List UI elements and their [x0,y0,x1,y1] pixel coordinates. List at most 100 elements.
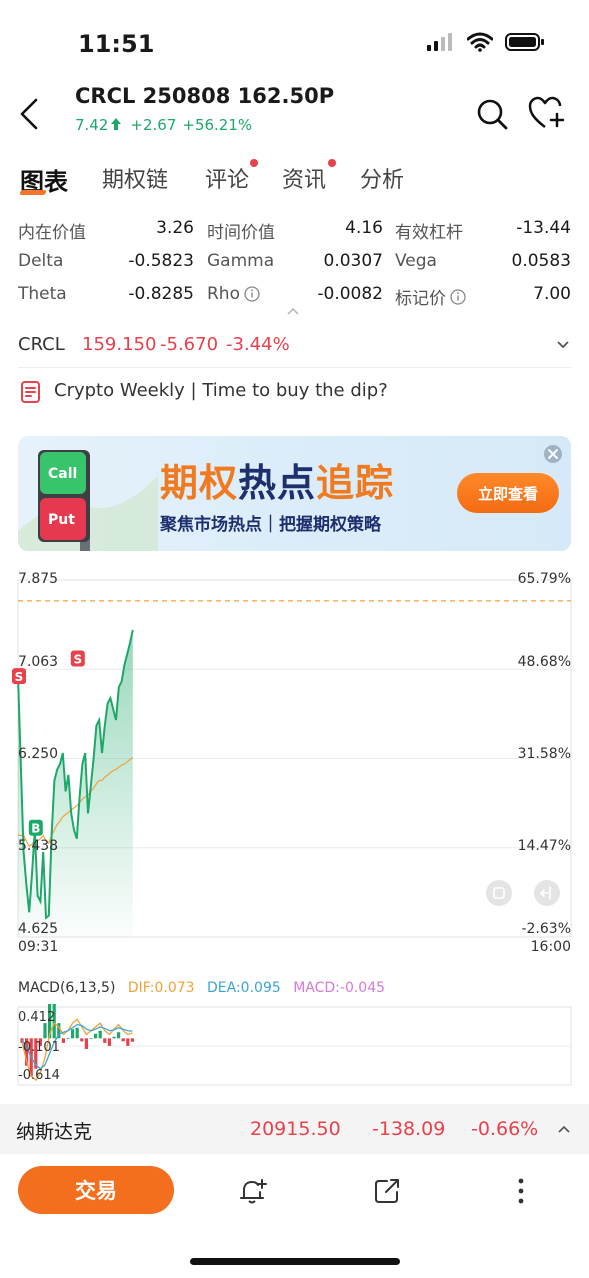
metric-value: -0.0082 [317,284,383,304]
news-headline: Crypto Weekly | Time to buy the dip? [54,380,388,401]
metric-label: 标记价 [395,289,446,309]
trade-marker-label: S [15,670,24,684]
underlying-quote[interactable]: CRCL 159.150 -5.670 -3.44% [18,322,572,368]
banner-title: 期权热点追踪 [160,461,395,505]
macd-histogram-bar [94,1033,98,1039]
alert-bell-icon[interactable] [238,1176,268,1206]
option-metrics: 内在价值 3.26 时间价值 4.16 有效杠杆 -13.44 Delta -0… [18,214,572,313]
macd-value: MACD:-0.045 [293,980,386,996]
metric-label: Theta [18,284,67,304]
macd-histogram-bar [98,1030,102,1039]
fullscreen-icon[interactable] [486,880,512,906]
metric-value: 0.0307 [323,251,383,271]
macd-title: MACD(6,13,5) [18,980,116,996]
wifi-icon [467,32,493,52]
macd-tick: -0.101 [18,1040,60,1055]
tab-analysis[interactable]: 分析 [360,162,404,194]
info-icon[interactable] [450,288,466,305]
arrow-up-icon [111,118,122,130]
call-put-traffic-light-illustration [18,450,158,551]
macd-histogram-bar [61,1038,65,1043]
y-tick-right: -2.63% [521,921,571,937]
banner-subtitle: 聚焦市场热点｜把握期权策略 [160,515,381,535]
price-chart[interactable]: S B S 7.875 7.063 6.250 5.438 4.625 65.79%… [0,568,589,958]
y-tick-left: 7.875 [18,571,59,587]
status-icons [427,32,545,52]
trade-button[interactable]: 交易 [18,1166,174,1214]
tab-active-indicator [19,190,47,195]
index-ticker-bar[interactable]: 纳斯达克 20915.50 -138.09 -0.66% [0,1104,589,1154]
metric-label: Gamma [207,251,275,271]
macd-histogram-bar [121,1038,125,1042]
view-now-button[interactable]: 立即查看 [457,473,559,513]
share-icon[interactable] [372,1176,402,1206]
macd-dif: DIF:0.073 [127,980,195,996]
metric-value: 3.26 [156,218,194,238]
metric-value: -0.8285 [128,284,194,304]
macd-histogram-bar [80,1038,84,1042]
macd-histogram-bar [107,1038,111,1046]
y-tick-left: 5.438 [18,838,59,854]
news-item[interactable]: Crypto Weekly | Time to buy the dip? [18,374,572,410]
search-icon[interactable] [476,98,508,130]
metric-label: Vega [395,251,437,271]
battery-icon [505,33,544,51]
status-time: 11:51 [78,30,155,58]
comments-notification-dot [250,159,258,167]
underlying-change-pct: -3.44% [226,334,290,355]
index-name: 纳斯达克 [16,1121,93,1143]
metric-label-with-info: Rho [207,284,260,304]
tab-news[interactable]: 资讯 [282,162,326,194]
bottom-action-bar: 交易 [0,1154,589,1278]
back-icon[interactable] [16,96,44,132]
add-favorite-icon[interactable] [528,96,566,130]
macd-tick: -0.614 [18,1068,60,1083]
price-change-pct: +56.21% [182,116,253,134]
underlying-change: -5.670 [160,334,219,355]
underlying-price: 159.150 [82,334,157,355]
header: CRCL 250808 162.50P 7.42 +2.67 +56.21% [0,80,589,146]
macd-histogram-bar [66,1038,70,1040]
trade-marker-label: S [73,653,82,667]
metric-label: Delta [18,251,64,271]
macd-chart[interactable]: 0.412 -0.101 -0.614 [0,1000,589,1088]
macd-histogram-bar [75,1027,79,1039]
tab-option-chain[interactable]: 期权链 [102,162,168,194]
metric-value: 4.16 [345,218,383,238]
chevron-up-icon[interactable] [558,1125,570,1133]
collapse-metrics-icon[interactable] [286,306,300,316]
price-change: +2.67 [130,116,177,134]
promo-banner[interactable]: Call Put 期权热点追踪 聚焦市场热点｜把握期权策略 立即查看 [18,436,571,551]
trade-marker-label: B [31,822,40,836]
metric-label: 时间价值 [207,223,275,243]
macd-tick: 0.412 [18,1010,56,1025]
tab-comments[interactable]: 评论 [205,162,249,194]
metric-value: -0.5823 [128,251,194,271]
price-summary: 7.42 +2.67 +56.21% [75,116,258,134]
info-icon[interactable] [244,286,260,302]
reset-view-icon[interactable] [534,880,560,906]
index-change-pct: -0.66% [471,1118,539,1140]
metric-label: Rho [207,284,240,304]
y-tick-right: 14.47% [517,838,571,854]
last-price: 7.42 [75,116,109,134]
close-icon[interactable] [543,444,563,464]
news-icon [21,381,40,403]
macd-chart-svg [17,1000,572,1086]
more-options-icon[interactable] [506,1176,536,1206]
y-tick-left: 4.625 [18,921,59,937]
metric-value: 0.0583 [511,251,571,271]
macd-histogram-bar [71,1029,75,1039]
price-area-fill [18,629,133,937]
macd-histogram-bar [84,1038,88,1049]
macd-legend[interactable]: MACD(6,13,5) DIF:0.073 DEA:0.095 MACD:-0… [18,980,393,996]
index-value: 20915.50 [250,1118,341,1140]
metric-value: -13.44 [516,218,571,238]
chevron-down-icon[interactable] [556,340,570,350]
home-indicator [190,1258,400,1265]
macd-histogram-bar [43,1023,47,1039]
macd-histogram-bar [117,1032,121,1039]
metric-value: 7.00 [533,284,571,304]
y-tick-right: 48.68% [517,654,571,670]
news-notification-dot [328,159,336,167]
